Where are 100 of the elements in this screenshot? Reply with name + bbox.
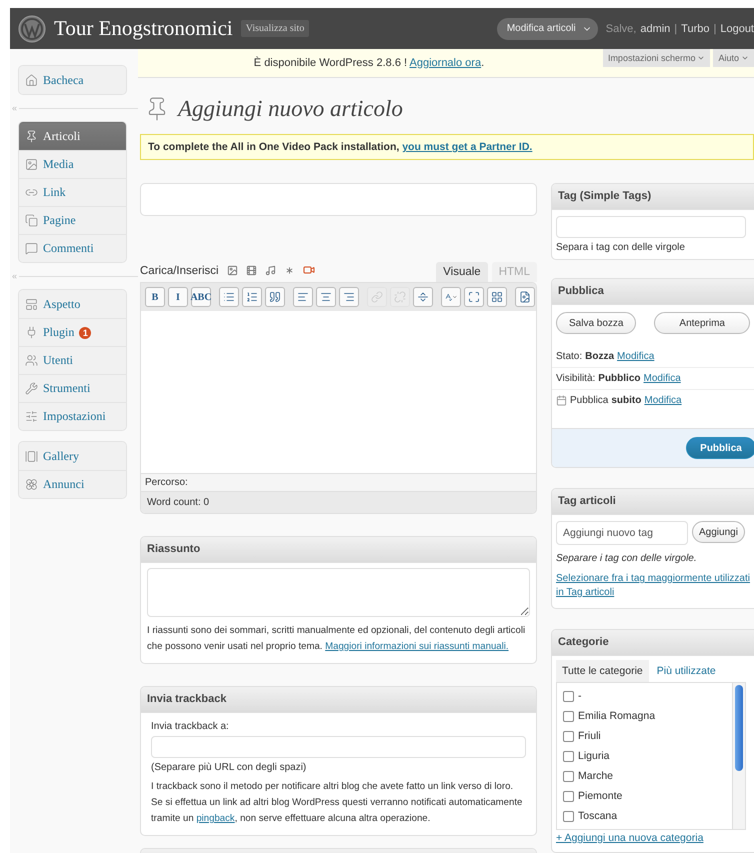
people-icon [25,354,38,367]
category-label: Toscana [578,810,618,822]
screen-tab[interactable]: Impostazioni schermo [602,49,710,67]
align-center-button[interactable] [316,287,336,307]
user-link[interactable]: admin [640,22,670,34]
checkbox[interactable] [563,730,574,742]
category-label: Marche [578,770,614,782]
category-label: Piemonte [578,790,622,802]
house-icon [25,74,38,87]
panel-title: Pubblica [552,279,754,305]
format-button[interactable]: B [145,287,165,307]
screen-tab[interactable]: Aiuto [713,49,754,67]
quote-button[interactable] [265,287,285,307]
toolbar-toggle-button[interactable] [487,287,507,307]
category-label: Liguria [578,750,610,762]
field-hint: Separa i tag con delle virgole [556,242,686,253]
picture-icon [25,158,38,171]
editor-tab[interactable]: Visuale [436,262,488,282]
link-icon [371,291,383,303]
category-tab[interactable]: Più utilizzate [650,660,722,682]
panel-title: Invia trackback [141,687,536,713]
greeting-text: Salve, [606,22,636,34]
fullscreen-button[interactable] [464,287,484,307]
publish-setting: Visibilità: Pubblico Modifica [552,368,754,390]
update-message: È disponibile WordPress 2.8.6 ! Aggiornalo ora. [252,56,486,71]
sidebar-item[interactable]: Bacheca [19,66,126,94]
align-center-icon [320,291,332,303]
save-draft-button[interactable]: Salva bozza [556,312,636,334]
align-right-icon [343,291,355,303]
logo-icon [18,14,46,42]
bullet-list-button[interactable] [219,287,239,307]
add-tag-button[interactable]: Aggiungi [692,521,745,543]
edit-posts-menu-button[interactable]: Modifica articoli [496,18,598,40]
page-break-icon [417,291,429,303]
add-category-link[interactable]: + Aggiungi una nuova categoria [556,832,746,844]
excerpt-field[interactable] [147,568,530,617]
page-break-button[interactable] [413,287,433,307]
checkbox[interactable] [563,770,574,782]
pushpin-icon [25,130,38,143]
preview-button[interactable]: Anteprima [654,312,750,334]
document-icon [519,291,531,303]
tools-icon [25,382,38,395]
plug-icon [25,326,38,339]
format-button[interactable]: I [168,287,188,307]
upload-label: Carica/Inserisci [140,265,219,279]
align-right-button[interactable] [339,287,359,307]
spellcheck-icon [444,291,452,303]
new-tag-field[interactable]: Aggiungi nuovo tag [556,521,688,545]
calendar-icon [556,395,567,406]
word-count: Word count: 0 [141,491,536,513]
trackback-field[interactable] [151,736,526,758]
document-button[interactable] [515,287,535,307]
category-label: Emilia Romagna [578,710,656,722]
format-button[interactable]: ABC [191,287,211,307]
checkbox[interactable] [563,690,574,702]
update-link[interactable]: Aggiornalo ora [410,57,482,69]
toolbar-toggle-icon [491,291,503,303]
header-link[interactable]: Logout [720,22,754,34]
gallery-icon [25,450,38,463]
field-hint: Separare i tag con delle virgole. [556,553,698,564]
checkbox[interactable] [563,810,574,822]
numbered-list-button[interactable] [242,287,262,307]
unlink-icon [394,291,406,303]
edit-link[interactable]: Modifica [644,395,682,406]
spellcheck-button[interactable] [441,287,461,307]
panel-title: Tag articoli [552,489,754,515]
fullscreen-icon [468,291,480,303]
header-link[interactable]: Turbo [681,22,710,34]
flower-icon [25,478,38,491]
checkbox[interactable] [563,790,574,802]
publish-button[interactable]: Pubblica [686,437,754,459]
caret-icon [697,54,706,62]
separator-text: | [713,22,716,34]
category-label: - [578,690,582,702]
align-left-button[interactable] [293,287,313,307]
trackback-help: I trackback sono il metodo per notificare altri blog che avete fatto un link verso di loro. Se si effettua un link ad altri blog WordPress questi verranno notificati automaticamente tramite un pingback, non serve effettuare alcuna altra operazione. [151,780,524,826]
pages-icon [25,214,38,227]
checkbox[interactable] [563,710,574,722]
quote-icon [269,291,281,303]
excerpt-help: I riassunti sono dei sommari, scritti manualmente ed opzionali, del contenuto degli articoli che possono venir usati nel proprio tema. Maggiori informazioni sui riassunti manuali. [147,624,526,654]
pingback-link[interactable]: pingback [196,813,235,824]
caret-icon [741,54,749,62]
view-site-link[interactable]: Visualizza sito [240,20,310,37]
partner-id-link[interactable]: you must get a Partner ID. [402,141,532,153]
sidebar-item[interactable]: Articoli [19,122,126,150]
title-field[interactable] [140,183,537,216]
panel-title: Riassunto [141,537,536,563]
popular-tags-link[interactable]: Selezionare fra i tag maggiormente utilizzati in Tag articoli [556,572,752,600]
tags-field[interactable] [556,216,746,238]
path-label: Percorso: [141,473,536,491]
panel-title: Tag (Simple Tags) [552,184,754,210]
help-link[interactable]: Maggiori informazioni sui riassunti manuali. [325,641,509,652]
edit-link[interactable]: Modifica [644,373,681,384]
site-title: Tour Enogstronomici [54,16,233,41]
checkbox[interactable] [563,750,574,762]
edit-link[interactable]: Modifica [617,351,654,362]
field-label: Invia trackback a: [151,721,230,732]
align-left-icon [297,291,309,303]
page-heading: Aggiungi nuovo articolo [178,96,403,122]
category-tab[interactable]: Tutte le categorie [556,660,649,682]
